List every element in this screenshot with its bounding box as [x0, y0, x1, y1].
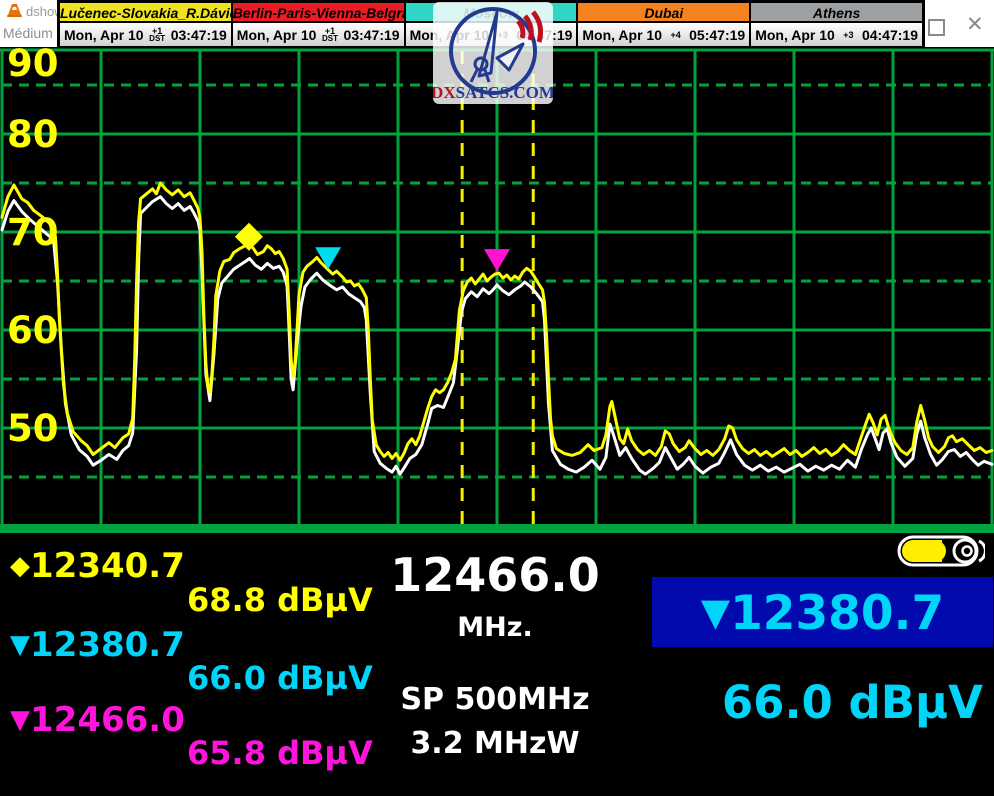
- clock-date: Mon, Apr 10: [64, 27, 144, 43]
- center-frequency-unit: MHz.: [370, 612, 620, 643]
- clock-tz: +3: [843, 31, 853, 39]
- readout-panel: ◆12340.7 68.8 dBµV ▼12380.7 66.0 dBµV ▼1…: [0, 533, 994, 796]
- active-marker-box: ▼12380.7: [652, 577, 993, 647]
- close-button[interactable]: ✕: [966, 14, 984, 35]
- clock-date: Mon, Apr 10: [755, 27, 835, 43]
- clock-clock: 03:47:19: [171, 27, 227, 43]
- spectrum-plot: 90 80 70 60 50: [0, 47, 994, 533]
- span-readout: SP 500MHz: [370, 682, 620, 717]
- marker2-triangle-icon: ▼: [10, 630, 30, 660]
- logo-dx: DX: [433, 83, 456, 102]
- marker3-level: 65.8 dBµV: [187, 734, 373, 772]
- clock-panel-lucenec: Lučenec-Slovakia_R.Dávid Mon, Apr 10 +1D…: [58, 1, 233, 46]
- active-marker-level: 66.0 dBµV: [652, 676, 983, 729]
- yaxis-label-80: 80: [7, 113, 59, 156]
- yaxis-label-90: 90: [7, 47, 59, 85]
- clock-tz: +1DST: [322, 27, 338, 43]
- yaxis-label-50: 50: [7, 407, 59, 450]
- clock-clock: 03:47:19: [344, 27, 400, 43]
- clock-time: Mon, Apr 10 +1DST 03:47:19: [233, 23, 404, 46]
- clock-date: Mon, Apr 10: [582, 27, 662, 43]
- marker2-level: 66.0 dBµV: [187, 659, 373, 697]
- active-marker-triangle-icon: ▼: [701, 590, 730, 634]
- clock-panel-berlin: Berlin-Paris-Vienna-Belgrade Mon, Apr 10…: [233, 1, 406, 46]
- maximize-button[interactable]: [928, 19, 945, 36]
- plot-bottom-border: [0, 524, 994, 533]
- dxsatcs-logo: DXSATCS.COM: [433, 2, 553, 104]
- clock-time: Mon, Apr 10 +4 05:47:19: [578, 23, 749, 46]
- meter-screen: dshow Médium ✕ Lučenec-Slovakia_R.Dávid …: [0, 0, 994, 796]
- clock-time: Mon, Apr 10 +3 04:47:19: [751, 23, 922, 46]
- marker-1-diamond-icon: [235, 223, 263, 251]
- marker1-frequency: ◆12340.7: [10, 546, 185, 586]
- marker-3-triangle-icon: [484, 249, 510, 271]
- vlc-cone-icon: [6, 3, 23, 18]
- marker2-frequency: ▼12380.7: [10, 625, 185, 665]
- clock-time: Mon, Apr 10 +1DST 03:47:19: [60, 23, 231, 46]
- clock-tz: +4: [670, 31, 680, 39]
- clock-city: Dubai: [578, 1, 749, 23]
- menu-media[interactable]: Médium: [3, 25, 53, 41]
- marker3-triangle-icon: ▼: [10, 705, 30, 735]
- clock-panel-dubai: Dubai Mon, Apr 10 +4 05:47:19: [578, 1, 751, 46]
- marker1-level: 68.8 dBµV: [187, 581, 373, 619]
- clock-clock: 05:47:19: [689, 27, 745, 43]
- clock-city: Athens: [751, 1, 922, 23]
- logo-rest: SATCS.COM: [456, 83, 553, 102]
- clock-city: Lučenec-Slovakia_R.Dávid: [60, 1, 231, 23]
- bandwidth-readout: 3.2 MHzW: [370, 726, 620, 761]
- center-frequency: 12466.0: [370, 548, 620, 602]
- battery-icon: [897, 535, 985, 567]
- marker3-frequency: ▼12466.0: [10, 700, 185, 740]
- clock-date: Mon, Apr 10: [237, 27, 317, 43]
- clock-panel-athens: Athens Mon, Apr 10 +3 04:47:19: [751, 1, 924, 46]
- clock-city: Berlin-Paris-Vienna-Belgrade: [233, 1, 404, 23]
- yaxis-label-70: 70: [7, 211, 59, 254]
- marker1-diamond-icon: ◆: [10, 551, 30, 581]
- yaxis-label-60: 60: [7, 309, 59, 352]
- active-marker-frequency: 12380.7: [730, 586, 944, 641]
- clock-clock: 04:47:19: [862, 27, 918, 43]
- svg-text:DXSATCS.COM: DXSATCS.COM: [433, 83, 553, 102]
- clock-tz: +1DST: [149, 27, 165, 43]
